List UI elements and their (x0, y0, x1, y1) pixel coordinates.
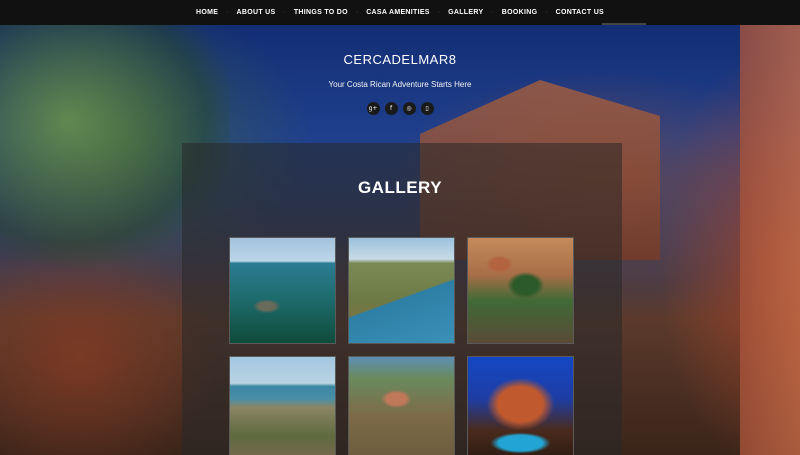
mobile-icon[interactable]: ▯ (420, 102, 434, 115)
nav-active-indicator (602, 23, 646, 25)
nav-casa-amenities[interactable]: CASA AMENITIES (358, 9, 438, 16)
facebook-icon[interactable]: f (384, 102, 398, 115)
gallery-thumbnail[interactable] (348, 237, 455, 344)
gallery-thumbnail[interactable] (348, 356, 455, 455)
nav-things-to-do[interactable]: THINGS TO DO (286, 9, 356, 16)
google-plus-icon[interactable]: g+ (366, 102, 380, 115)
instagram-icon[interactable]: ◎ (402, 102, 416, 115)
nav-about-us[interactable]: ABOUT US (229, 9, 284, 16)
site-title[interactable]: CERCADELMAR8 (0, 52, 800, 67)
page-title: GALLERY (357, 178, 443, 197)
social-links: g+ f ◎ ▯ (0, 102, 800, 115)
nav-gallery[interactable]: GALLERY (440, 9, 491, 16)
gallery-thumbnail[interactable] (229, 237, 336, 344)
top-navigation: HOME · ABOUT US · THINGS TO DO · CASA AM… (0, 0, 800, 25)
site-tagline: Your Costa Rican Adventure Starts Here (328, 80, 472, 89)
nav-contact-us[interactable]: CONTACT US (548, 9, 612, 16)
site-header: CERCADELMAR8 Your Costa Rican Adventure … (0, 52, 800, 115)
gallery-thumbnail[interactable] (467, 356, 574, 455)
nav-booking[interactable]: BOOKING (494, 9, 546, 16)
nav-home[interactable]: HOME (188, 9, 226, 16)
gallery-grid (229, 237, 574, 455)
gallery-thumbnail[interactable] (229, 356, 336, 455)
gallery-thumbnail[interactable] (467, 237, 574, 344)
